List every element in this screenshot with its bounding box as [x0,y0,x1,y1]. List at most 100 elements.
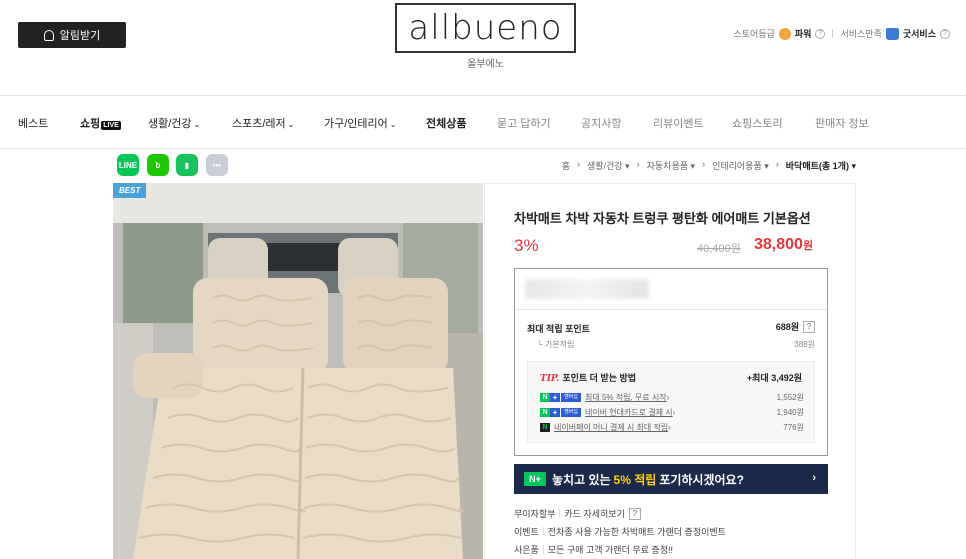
plus-icon: + [550,393,560,402]
nav-shopping-story[interactable]: 쇼핑스토리 [732,115,783,131]
breadcrumb-label: 바닥매트(총 1개) [785,161,849,171]
nav-label: 스포츠/레저 [232,118,286,130]
thumbs-up-icon [885,27,899,40]
chevron-right-icon: › [666,393,670,402]
divider [542,545,544,554]
chevron-down-icon: ⌄ [287,120,295,129]
bell-icon [43,29,54,41]
breadcrumb-label: 생활/건강 [586,161,623,171]
more-icon[interactable]: ••• [206,154,228,176]
max-points-value: 688원 [775,322,799,332]
tip-prefix: TIP. [540,374,560,384]
logo-text: allbueno [408,8,563,48]
sale-price: 38,800원 [754,236,813,254]
product-title: 차박매트 차박 자동차 트렁쿠 평탄화 에어매트 기본옵션 [514,211,811,226]
breadcrumb-item[interactable]: 인테리어용품 ▾ [712,159,769,172]
breadcrumb-item[interactable]: 생활/건강 ▾ [587,159,630,172]
notify-button[interactable]: 알림받기 [18,22,126,48]
naver-plus-icon: N+ [524,472,546,486]
breadcrumb-label: 인테리어용품 [712,161,762,171]
chevron-right-icon: › [672,408,676,417]
help-icon[interactable]: ? [628,507,641,520]
store-grade-label: 스토어등급 [733,29,775,39]
basic-points-label: └ 기본적립 [537,340,575,349]
nav-label: 가구/인테리어 [324,118,388,130]
tip-title: TIP. 포인트 더 받는 방법 [540,371,636,384]
nav-all-products[interactable]: 전체상품 [426,115,466,131]
bookmark-share-icon[interactable]: ▮ [176,154,198,176]
membership-tag: 멤버십 [561,408,581,417]
band-share-icon[interactable]: b [147,154,169,176]
notify-label: 알림받기 [59,30,101,42]
nav-shopping-label: 쇼핑 [80,118,101,130]
tip-row[interactable]: N 네이버페이 머니 결제 시 최대 적립 › 776원 [540,422,804,433]
nav-shopping-live[interactable]: 쇼핑 LIVE [80,115,121,131]
banner-text-after: 포기하시겠어요? [659,472,744,487]
store-logo[interactable]: allbueno [395,3,576,53]
line-share-icon[interactable]: LINE [117,154,139,176]
breadcrumb-current[interactable]: 바닥매트(총 1개) ▾ [786,159,856,172]
chevron-right-icon: › [668,423,671,432]
tip-row-text: 네이버 현대카드로 결제 시 [585,408,673,417]
divider [515,309,827,310]
breadcrumb-sep: › [636,159,640,169]
chevron-right-icon: › [812,472,816,484]
banner-text-before: 놓치고 있는 [552,472,611,487]
gift-row: 사은품 모든 구매 고객 가랜더 무료 증정!! [514,543,673,556]
breadcrumb-sep: › [576,159,580,169]
tip-box: TIP. 포인트 더 받는 방법 +최대 3,492원 N + 멤버십 최대 5% 적… [527,361,815,443]
nav-review-event[interactable]: 리뷰이벤트 [653,115,704,131]
divider [542,527,544,536]
logo-subtitle: 올부에노 [467,59,504,70]
basic-points-value: 388원 [794,340,815,349]
nav-qna[interactable]: 묻고 답하기 [497,115,551,131]
membership-tag: 멤버십 [561,393,581,402]
tip-row-text: 최대 5% 적립, 무료 시작 [585,393,667,402]
membership-banner[interactable]: N+ 놓치고 있는 5% 적립 포기하시겠어요? › [514,464,828,494]
store-badges: 스토어등급 파워 ? 서비스만족 굿서비스 ? [733,27,950,40]
discount-rate: 3% [514,236,539,255]
tip-row-amount: 1,552원 [776,393,804,402]
breadcrumb-home[interactable]: 홈 [562,159,570,172]
service-value: 굿서비스 [902,29,936,39]
help-icon[interactable]: ? [815,28,826,39]
nav-best[interactable]: 베스트 [18,115,48,131]
breadcrumb-label: 자동차용품 [646,161,689,171]
nav-seller-info[interactable]: 판매자 정보 [815,115,869,131]
banner-highlight: 5% 적립 [613,472,657,487]
gift-label: 사은품 [514,545,539,555]
help-icon[interactable]: ? [803,320,815,333]
tip-row-text: 네이버페이 머니 결제 시 최대 적립 [554,423,669,432]
naver-n-icon: N [540,393,550,402]
nav-furniture[interactable]: 가구/인테리어 ⌄ [324,115,396,131]
tip-row-amount: 776원 [783,423,804,432]
chevron-down-icon: ⌄ [389,120,397,129]
breadcrumb-item[interactable]: 자동차용품 ▾ [647,159,695,172]
tip-row-amount: 1,940원 [776,408,804,417]
medal-icon [778,27,791,40]
product-image[interactable]: BEST [113,183,483,559]
price-unit: 원 [802,240,814,252]
nav-notice[interactable]: 공지사항 [581,115,621,131]
help-icon[interactable]: ? [940,28,950,39]
blurred-content [525,279,649,299]
breadcrumb-sep: › [775,159,779,169]
naver-pay-icon: N [540,423,550,432]
benefit-box: 최대 적립 포인트 688원? └ 기본적립 388원 TIP. 포인트 더 받는… [514,268,828,456]
nav-sports[interactable]: 스포츠/레저 ⌄ [232,115,294,131]
gift-text: 모든 구매 고객 가랜더 무료 증정!! [547,545,673,555]
live-badge: LIVE [101,121,121,130]
naver-n-icon: N [540,408,550,417]
installment-label: 무이자할부 [514,509,556,519]
breadcrumb: 홈 › 생활/건강 ▾ › 자동차용품 ▾ › 인테리어용품 ▾ › 바닥매트(… [562,159,856,172]
plus-icon: + [550,408,560,417]
basic-points-text: 기본적립 [544,340,575,349]
card-detail-link[interactable]: 카드 자세히보기 [564,507,624,520]
divider [559,509,561,518]
chevron-down-icon: ⌄ [193,120,201,129]
tip-row[interactable]: N + 멤버십 네이버 현대카드로 결제 시 › 1,940원 [540,407,804,418]
tip-row[interactable]: N + 멤버십 최대 5% 적립, 무료 시작 › 1,552원 [540,392,804,403]
nav-living-health[interactable]: 생활/건강 ⌄ [148,115,200,131]
breadcrumb-sep: › [702,159,706,169]
service-label: 서비스만족 [840,29,882,39]
